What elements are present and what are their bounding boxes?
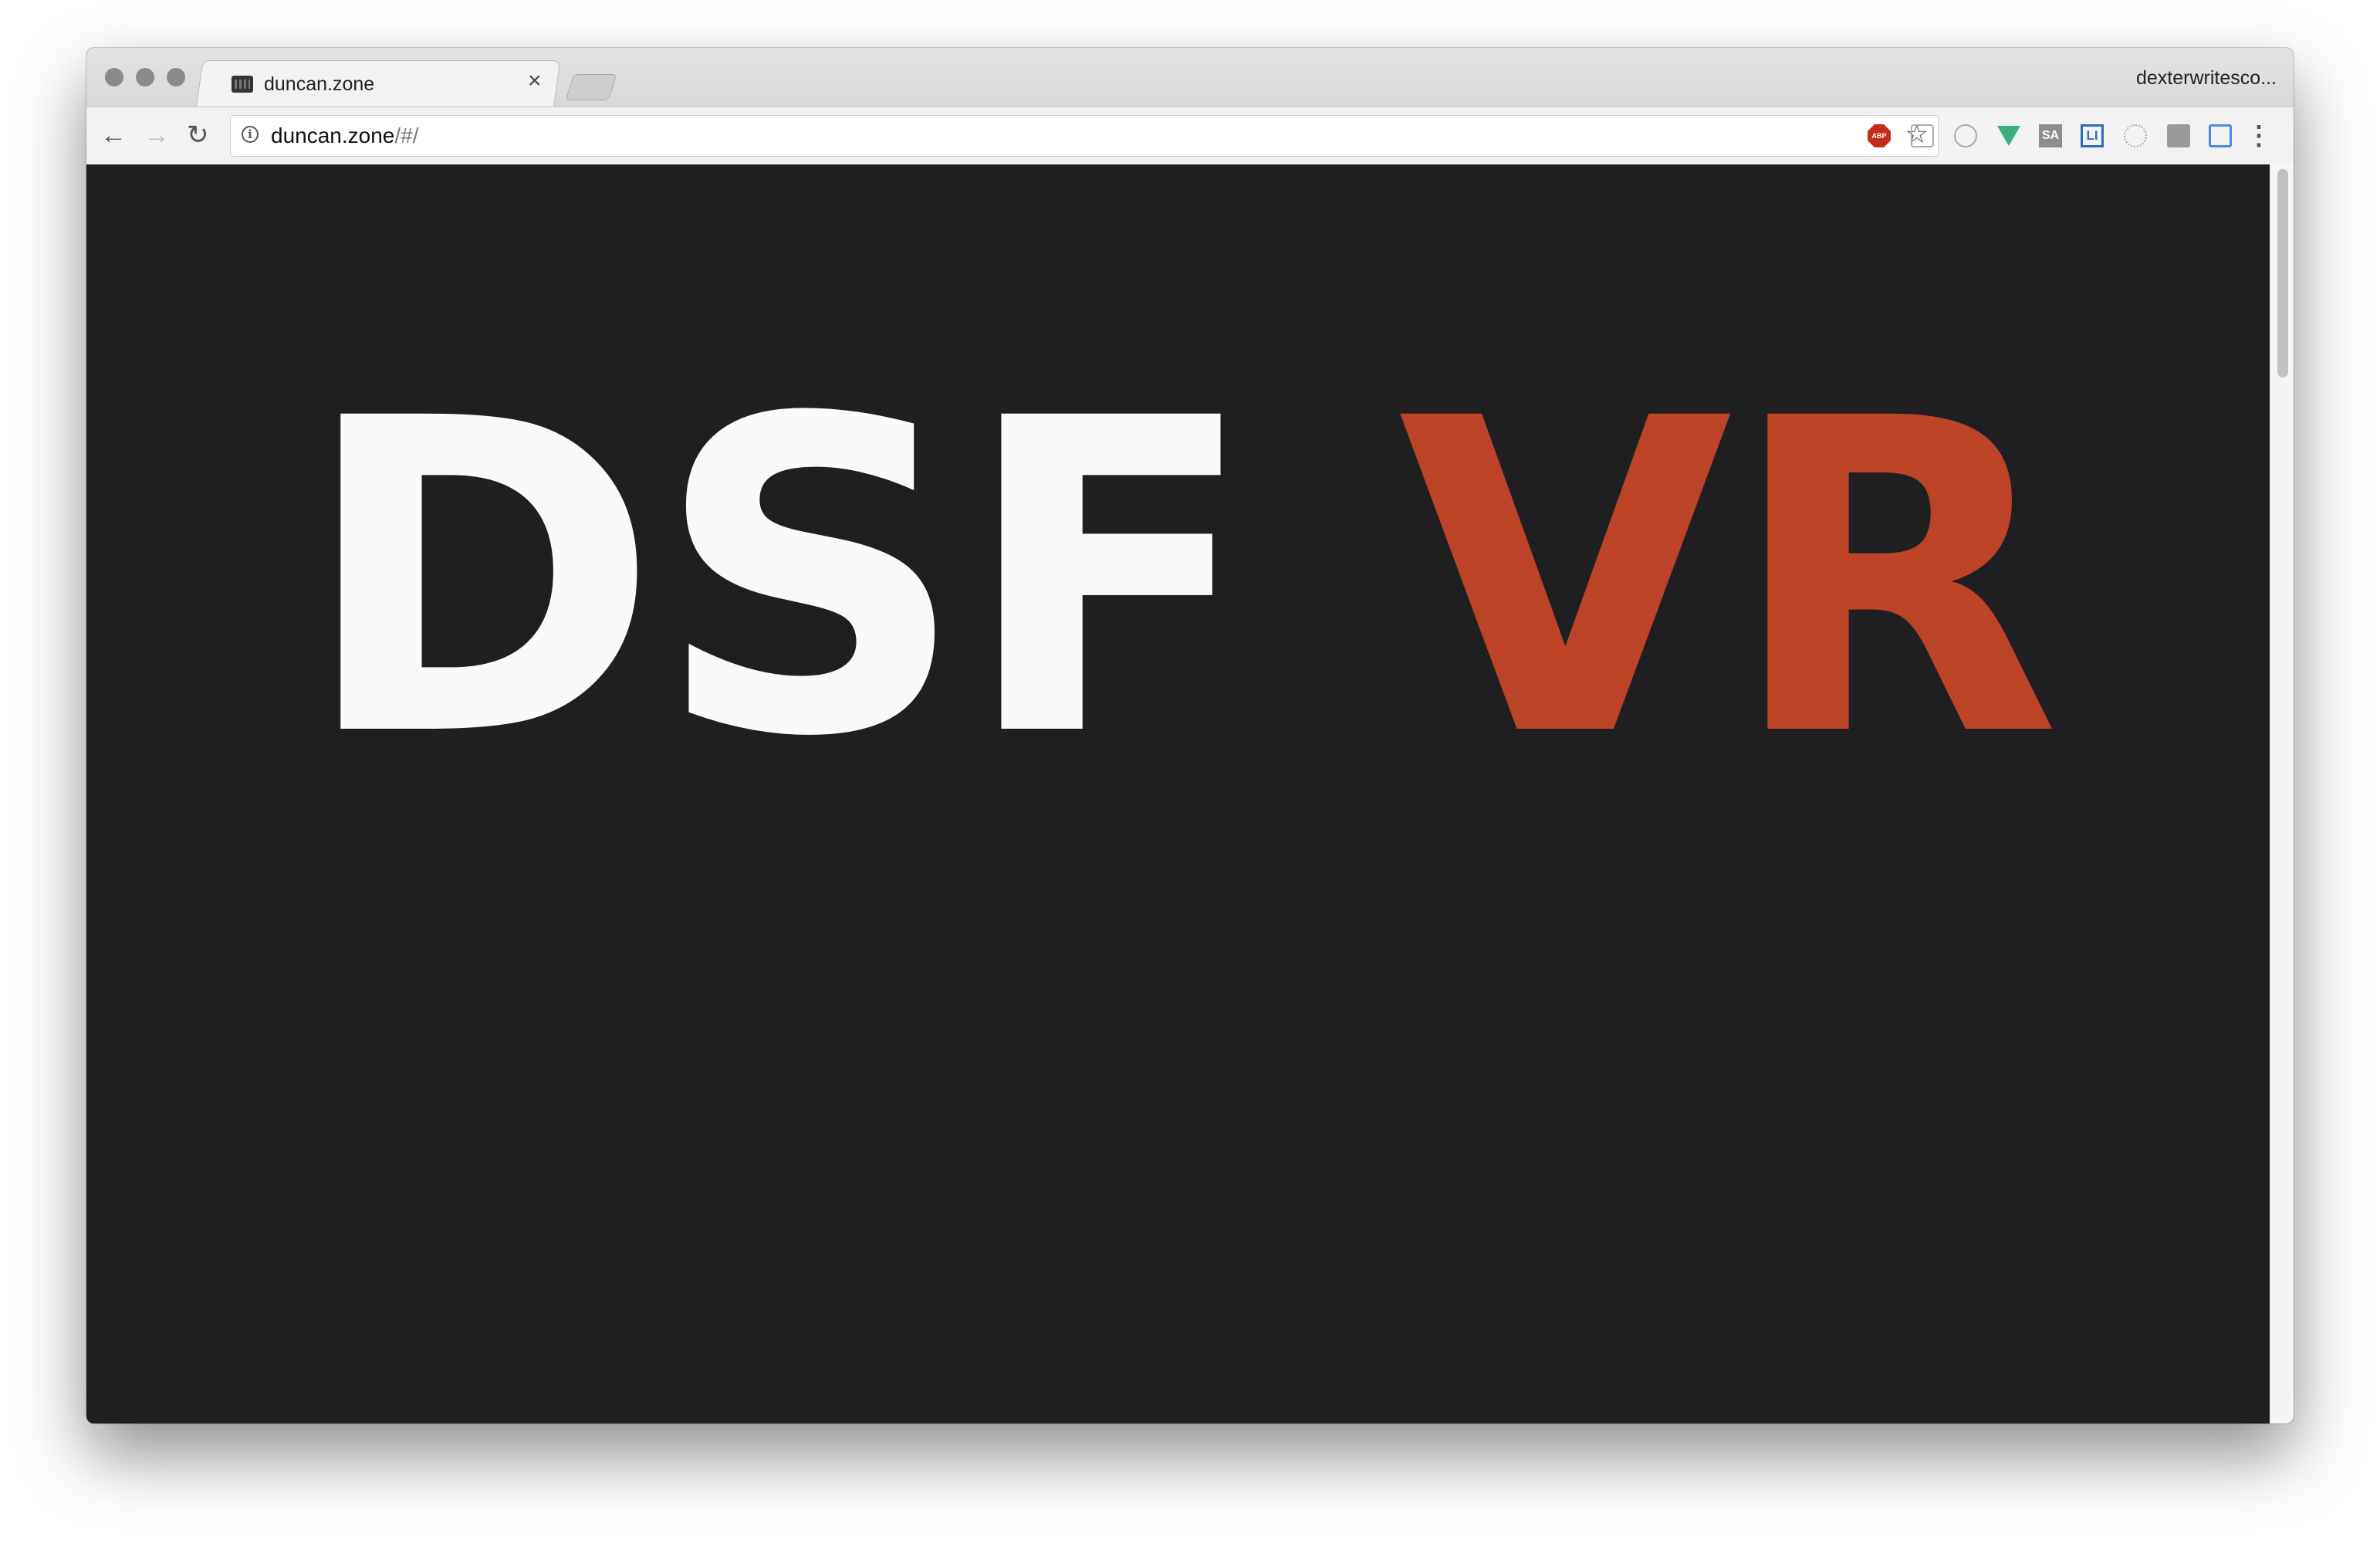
circle-extension-icon[interactable]	[1954, 124, 1977, 147]
cast-icon[interactable]	[2209, 124, 2232, 147]
reader-extension-icon[interactable]	[2167, 124, 2190, 147]
sa-extension-icon[interactable]: SA	[2039, 124, 2062, 147]
adblock-plus-icon[interactable]: ABP	[1868, 124, 1891, 147]
active-tab-content[interactable]: duncan.zone ×	[222, 60, 554, 108]
hero-title: DSF VR	[86, 364, 2270, 796]
address-bar[interactable]: i duncan.zone/#/ ☆	[230, 115, 1939, 157]
chat-extension-icon[interactable]	[1911, 124, 1934, 147]
film-camera-icon	[232, 76, 253, 93]
browser-window: duncan.zone × dexterwritesco... ← → ↻ i …	[86, 48, 2294, 1423]
toolbar: ← → ↻ i duncan.zone/#/ ☆ ABP SA LI ⋮	[86, 107, 2294, 165]
tab-title: duncan.zone	[264, 73, 375, 95]
info-icon[interactable]: i	[242, 126, 259, 143]
forward-button[interactable]: →	[144, 113, 170, 157]
minimize-window-button[interactable]	[136, 68, 154, 86]
url-text[interactable]: duncan.zone/#/	[271, 124, 419, 148]
scrollbar-thumb[interactable]	[2277, 169, 2288, 377]
reload-button[interactable]: ↻	[187, 113, 209, 157]
title-bar: duncan.zone × dexterwritesco...	[86, 48, 2294, 109]
hero-title-white: DSF	[300, 328, 1257, 831]
li-extension-icon[interactable]: LI	[2081, 124, 2104, 147]
zoom-window-button[interactable]	[167, 68, 185, 86]
tab-close-icon[interactable]: ×	[528, 69, 542, 93]
url-path: /#/	[394, 124, 419, 147]
back-button[interactable]: ←	[100, 113, 127, 157]
hero-title-red: VR	[1398, 328, 2061, 831]
page-content: DSF VR	[86, 164, 2270, 1423]
vue-devtools-icon[interactable]	[1997, 126, 2020, 146]
react-devtools-icon[interactable]	[2124, 124, 2147, 147]
browser-menu-icon[interactable]: ⋮	[2246, 123, 2272, 149]
url-host: duncan.zone	[271, 124, 395, 147]
vertical-scrollbar[interactable]	[2270, 164, 2294, 1423]
close-window-button[interactable]	[105, 68, 123, 86]
new-tab-button[interactable]	[565, 74, 617, 100]
profile-name[interactable]: dexterwritesco...	[2136, 67, 2277, 90]
